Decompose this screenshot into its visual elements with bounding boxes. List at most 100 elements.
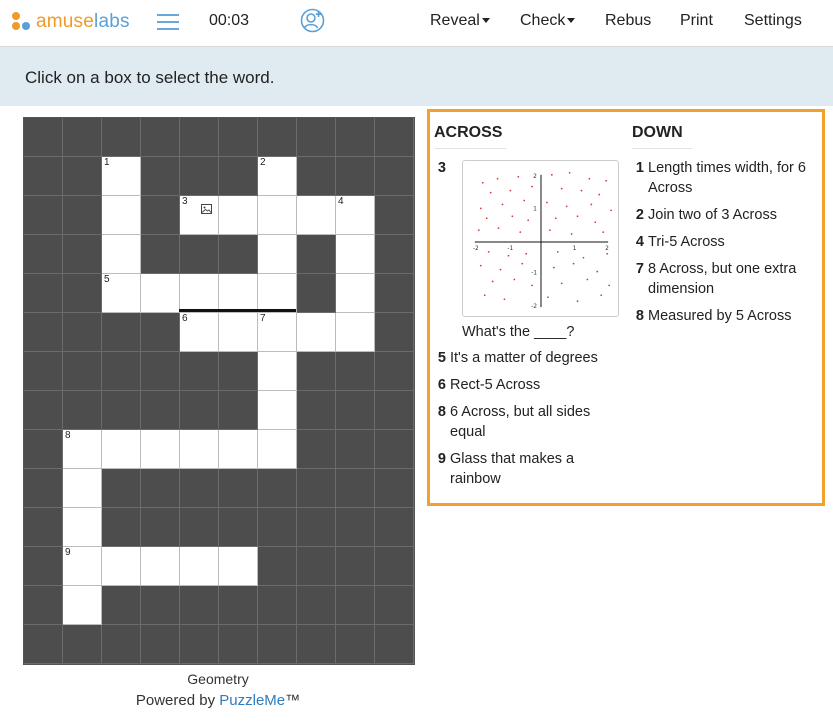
clue-number: 5 xyxy=(104,274,110,285)
puzzleme-link[interactable]: PuzzleMe xyxy=(219,692,285,709)
check-menu[interactable]: Check xyxy=(520,12,576,30)
grid-cell[interactable] xyxy=(63,469,102,508)
grid-cell[interactable]: 9 xyxy=(63,547,102,586)
down-clue-8[interactable]: 8 Measured by 5 Across xyxy=(632,306,818,326)
print-button[interactable]: Print xyxy=(680,12,713,30)
black-cell xyxy=(24,547,63,586)
grid-cell[interactable] xyxy=(63,586,102,625)
grid-cell[interactable] xyxy=(258,430,297,469)
clue-number: 1 xyxy=(635,160,644,176)
black-cell xyxy=(297,352,336,391)
amuselabs-logo[interactable]: amuselabs xyxy=(12,10,130,34)
hamburger-icon[interactable] xyxy=(157,12,179,32)
puzzle-title: Geometry xyxy=(187,671,249,687)
down-clue-2[interactable]: 2 Join two of 3 Across xyxy=(632,205,818,225)
grid-cell[interactable] xyxy=(336,235,375,274)
timer: 00:03 xyxy=(209,12,250,29)
across-clue-9[interactable]: 9 Glass that makes a rainbow xyxy=(434,449,620,489)
grid-cell[interactable]: 8 xyxy=(63,430,102,469)
black-cell xyxy=(375,586,414,625)
grid-cell[interactable] xyxy=(336,313,375,352)
clue-number: 3 xyxy=(182,196,188,207)
across-clue-5[interactable]: 5 It's a matter of degrees xyxy=(434,348,620,368)
black-cell xyxy=(141,508,180,547)
grid-cell[interactable] xyxy=(180,274,219,313)
black-cell xyxy=(24,235,63,274)
grid-cell[interactable]: 3 xyxy=(180,196,219,235)
reveal-menu[interactable]: Reveal xyxy=(430,12,490,30)
grid-cell[interactable]: 5 xyxy=(102,274,141,313)
black-cell xyxy=(375,625,414,664)
down-clue-7[interactable]: 7 8 Across, but one extra dimension xyxy=(632,259,818,299)
settings-button[interactable]: Settings xyxy=(744,12,802,30)
grid-cell[interactable] xyxy=(102,235,141,274)
clue-number: 9 xyxy=(437,451,446,467)
instruction-banner: Click on a box to select the word. xyxy=(0,47,833,106)
grid-cell[interactable] xyxy=(102,430,141,469)
grid-cell[interactable] xyxy=(258,196,297,235)
grid-cell[interactable] xyxy=(336,274,375,313)
grid-cell[interactable] xyxy=(102,547,141,586)
image-icon xyxy=(201,204,212,214)
grid-cell[interactable]: 6 xyxy=(180,313,219,352)
grid-cell[interactable] xyxy=(297,196,336,235)
clue-number: 1 xyxy=(104,157,110,168)
across-clue-3[interactable]: 3 -2 -1 1 2 2 1 -1 -2 What's the ____? xyxy=(434,158,620,343)
add-user-icon[interactable] xyxy=(300,8,325,33)
grid-cell[interactable] xyxy=(219,430,258,469)
grid-cell[interactable] xyxy=(180,547,219,586)
svg-text:2: 2 xyxy=(533,174,537,180)
clue-text: Measured by 5 Across xyxy=(648,308,792,324)
rebus-button[interactable]: Rebus xyxy=(605,12,651,30)
black-cell xyxy=(102,118,141,157)
grid-cell[interactable] xyxy=(219,196,258,235)
clue-number: 6 xyxy=(182,313,188,324)
black-cell xyxy=(24,274,63,313)
grid-cell[interactable] xyxy=(258,352,297,391)
grid-cell[interactable] xyxy=(102,196,141,235)
clue-number: 6 xyxy=(437,377,446,393)
black-cell xyxy=(24,625,63,664)
clue-number: 2 xyxy=(635,207,644,223)
black-cell xyxy=(141,118,180,157)
grid-cell[interactable] xyxy=(141,274,180,313)
black-cell xyxy=(297,547,336,586)
clues-panel: ACROSS DOWN 3 -2 -1 1 2 2 1 -1 -2 What's… xyxy=(427,109,825,506)
black-cell xyxy=(180,469,219,508)
across-clue-8[interactable]: 8 6 Across, but all sides equal xyxy=(434,402,620,442)
svg-text:-2: -2 xyxy=(473,246,479,252)
crossword-grid[interactable]: 1 2 3 4 5 6 7 8 9 xyxy=(23,117,415,665)
down-clue-4[interactable]: 4 Tri-5 Across xyxy=(632,232,818,252)
down-clue-1[interactable]: 1 Length times width, for 6 Across xyxy=(632,158,818,198)
grid-cell[interactable]: 1 xyxy=(102,157,141,196)
grid-cell[interactable] xyxy=(258,274,297,313)
grid-cell[interactable] xyxy=(258,235,297,274)
black-cell xyxy=(141,625,180,664)
grid-cell[interactable] xyxy=(141,547,180,586)
across-clue-6[interactable]: 6 Rect-5 Across xyxy=(434,375,620,395)
black-cell xyxy=(297,469,336,508)
black-cell xyxy=(141,157,180,196)
grid-cell[interactable] xyxy=(297,313,336,352)
clue-text: Rect-5 Across xyxy=(450,377,541,393)
black-cell xyxy=(24,118,63,157)
clue-number: 5 xyxy=(437,350,446,366)
grid-cell[interactable] xyxy=(141,430,180,469)
grid-cell[interactable] xyxy=(258,391,297,430)
grid-cell[interactable] xyxy=(63,508,102,547)
grid-cell[interactable] xyxy=(219,547,258,586)
grid-cell[interactable] xyxy=(219,274,258,313)
black-cell xyxy=(180,235,219,274)
black-cell xyxy=(375,274,414,313)
black-cell xyxy=(297,625,336,664)
black-cell xyxy=(375,313,414,352)
grid-cell[interactable]: 7 xyxy=(258,313,297,352)
grid-cell[interactable]: 4 xyxy=(336,196,375,235)
grid-cell[interactable] xyxy=(180,430,219,469)
black-cell xyxy=(336,391,375,430)
grid-cell[interactable]: 2 xyxy=(258,157,297,196)
grid-cell[interactable] xyxy=(219,313,258,352)
black-cell xyxy=(219,469,258,508)
black-cell xyxy=(258,625,297,664)
clue-text: Tri-5 Across xyxy=(648,234,725,250)
